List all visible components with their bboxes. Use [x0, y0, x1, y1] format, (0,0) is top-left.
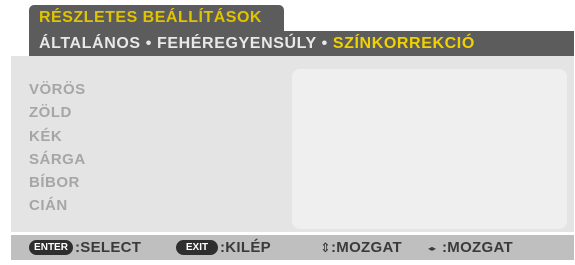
menu-item-kek[interactable]: KÉK [29, 127, 86, 150]
exit-key-icon: EXIT [176, 240, 218, 255]
color-correction-menu: VÖRÖS ZÖLD KÉK SÁRGA BÍBOR CIÁN [29, 80, 86, 220]
menu-item-sarga[interactable]: SÁRGA [29, 150, 86, 173]
menu-item-bibor[interactable]: BÍBOR [29, 173, 86, 196]
breadcrumb-bar: ÁLTALÁNOS • FEHÉREGYENSÚLY • SZÍNKORREKC… [29, 31, 574, 56]
page-title: RÉSZLETES BEÁLLÍTÁSOK [39, 9, 262, 26]
left-right-arrow-icon: ◂▸ [428, 244, 437, 253]
up-down-arrow-icon: ⇕ [320, 240, 331, 255]
menu-item-zold[interactable]: ZÖLD [29, 103, 86, 126]
osd-menu-window: RÉSZLETES BEÁLLÍTÁSOK ÁLTALÁNOS • FEHÉRE… [11, 3, 574, 262]
breadcrumb-separator: • [145, 35, 152, 52]
enter-key-icon: ENTER [29, 240, 73, 255]
breadcrumb-item-feheregyensuly[interactable]: FEHÉREGYENSÚLY [157, 35, 317, 52]
enter-hint: :SELECT [75, 239, 142, 256]
menu-item-cian[interactable]: CIÁN [29, 196, 86, 219]
breadcrumb-item-szinkorrekcio[interactable]: SZÍNKORREKCIÓ [333, 35, 475, 52]
footer-hint-bar: ENTER :SELECT EXIT :KILÉP ⇕ :MOZGAT ◂▸ :… [11, 235, 574, 260]
breadcrumb: ÁLTALÁNOS • FEHÉREGYENSÚLY • SZÍNKORREKC… [39, 35, 475, 53]
menu-item-voros[interactable]: VÖRÖS [29, 80, 86, 103]
updown-hint: :MOZGAT [331, 239, 402, 256]
breadcrumb-item-altalanos[interactable]: ÁLTALÁNOS [39, 35, 141, 52]
value-panel [292, 69, 567, 229]
settings-panel: VÖRÖS ZÖLD KÉK SÁRGA BÍBOR CIÁN [11, 56, 574, 232]
breadcrumb-separator: • [321, 35, 328, 52]
exit-hint: :KILÉP [220, 239, 271, 256]
title-tab: RÉSZLETES BEÁLLÍTÁSOK [29, 5, 284, 31]
leftright-hint: :MOZGAT [442, 239, 513, 256]
